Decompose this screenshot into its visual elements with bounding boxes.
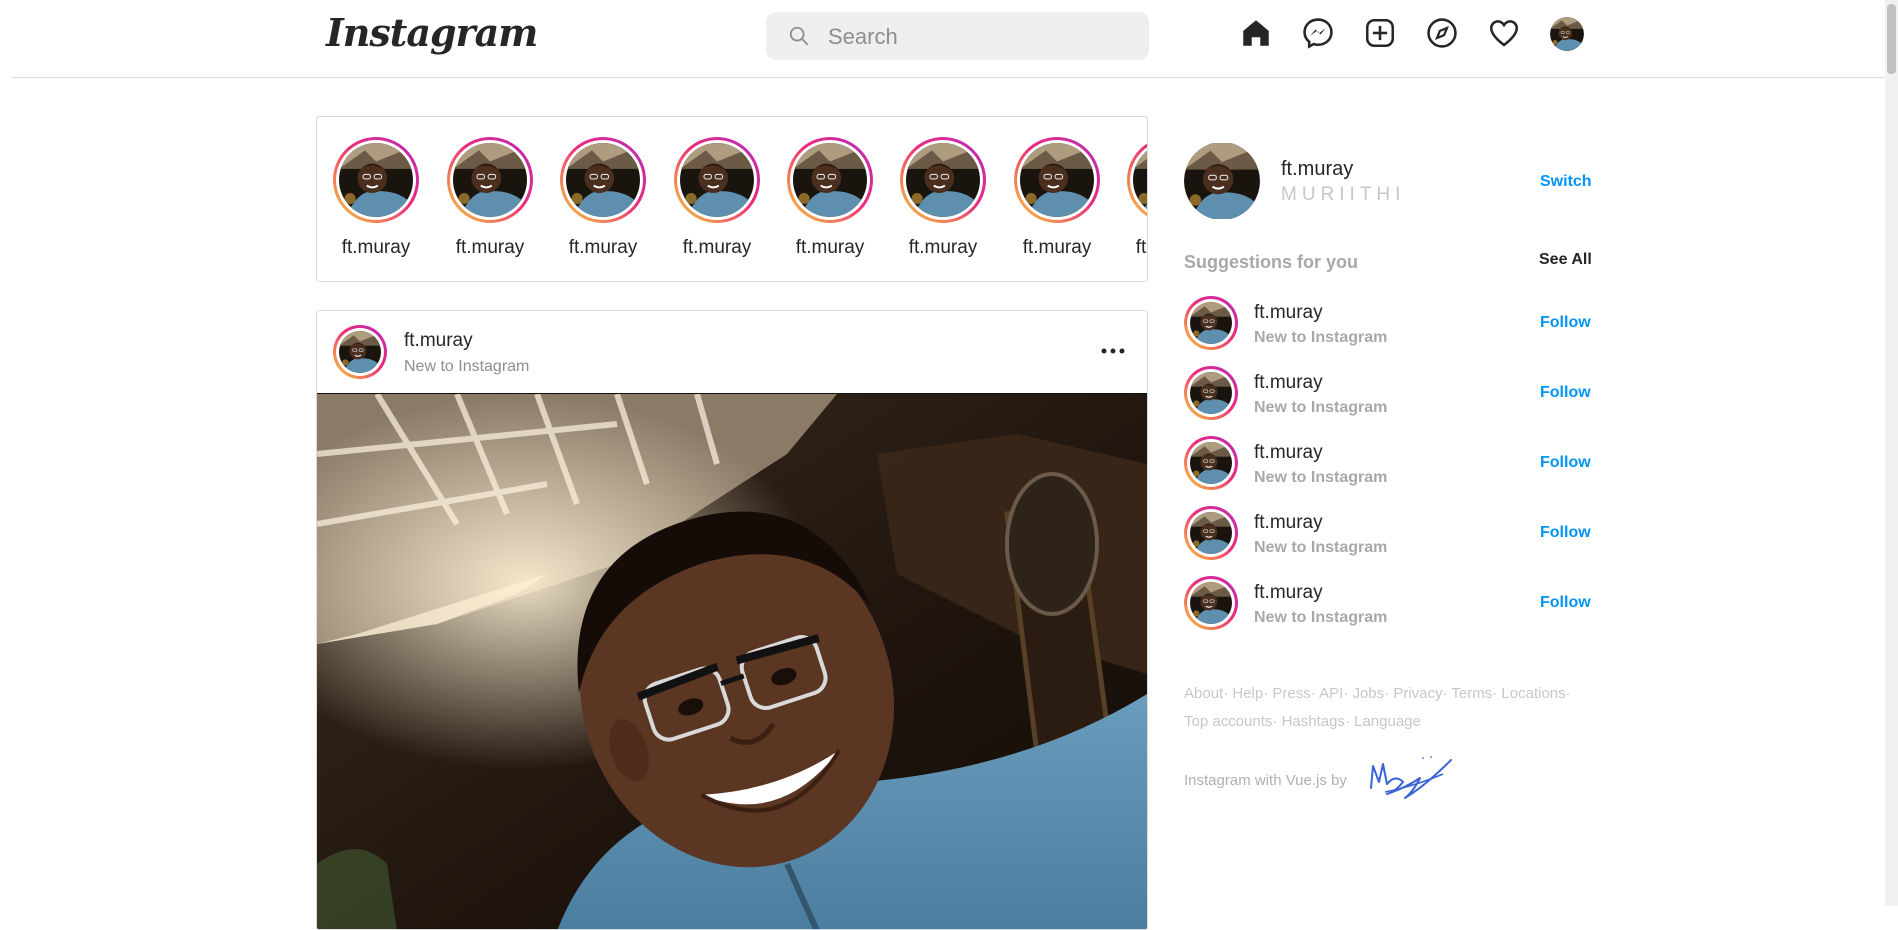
follow-button[interactable]: Follow: [1540, 454, 1591, 472]
suggestion-avatar[interactable]: [1184, 506, 1238, 560]
suggestion-item: ft.muray New to Instagram Follow: [1184, 366, 1591, 426]
story-username: ft.muray: [795, 237, 865, 258]
story-item[interactable]: ft.muray: [326, 137, 426, 259]
profile-avatar[interactable]: [1550, 17, 1584, 51]
suggestion-avatar[interactable]: [1184, 366, 1238, 420]
activity-heart-icon[interactable]: [1487, 16, 1521, 50]
suggestion-item: ft.muray New to Instagram Follow: [1184, 296, 1591, 356]
story-username: ft.muray: [568, 237, 638, 258]
suggestion-subtitle: New to Instagram: [1254, 329, 1388, 346]
current-user-fullname: MURIITHI: [1281, 184, 1406, 205]
story-username: ft.muray: [682, 237, 752, 258]
story-avatar: [560, 137, 646, 223]
suggestion-username[interactable]: ft.muray: [1254, 442, 1323, 464]
suggestion-avatar[interactable]: [1184, 576, 1238, 630]
new-post-icon[interactable]: [1363, 16, 1397, 50]
post-author-subtitle: New to Instagram: [404, 358, 530, 375]
suggestion-subtitle: New to Instagram: [1254, 399, 1388, 416]
footer-link-jobs[interactable]: Jobs: [1352, 685, 1384, 702]
suggestion-username[interactable]: ft.muray: [1254, 512, 1323, 534]
post-author-username[interactable]: ft.muray: [404, 330, 473, 352]
feed-post: ft.muray New to Instagram: [316, 310, 1148, 930]
suggestion-username[interactable]: ft.muray: [1254, 372, 1323, 394]
page-scrollbar[interactable]: [1885, 0, 1898, 906]
post-image[interactable]: [317, 394, 1147, 930]
search-icon: [789, 26, 809, 46]
switch-account-button[interactable]: Switch: [1540, 173, 1592, 191]
follow-button[interactable]: Follow: [1540, 524, 1591, 542]
stories-tray: ft.muray ft.muray ft.muray ft.muray ft.m…: [316, 116, 1148, 282]
footer-link-top-accounts[interactable]: Top accounts: [1184, 713, 1272, 730]
story-item[interactable]: ft.muray: [667, 137, 767, 259]
suggestion-subtitle: New to Instagram: [1254, 539, 1388, 556]
current-user-avatar[interactable]: [1184, 142, 1260, 220]
story-item[interactable]: ft.muray: [553, 137, 653, 259]
footer-link-about[interactable]: About: [1184, 685, 1223, 702]
suggestions-heading: Suggestions for you: [1184, 252, 1359, 272]
scrollbar-thumb[interactable]: [1887, 4, 1896, 74]
footer-link-api[interactable]: API: [1319, 685, 1343, 702]
suggestion-username[interactable]: ft.muray: [1254, 582, 1323, 604]
story-item[interactable]: ft.muray: [1120, 137, 1147, 259]
messenger-icon[interactable]: [1301, 16, 1335, 50]
story-avatar: [787, 137, 873, 223]
story-avatar: [1014, 137, 1100, 223]
follow-button[interactable]: Follow: [1540, 314, 1591, 332]
story-avatar: [1127, 137, 1147, 223]
search-input[interactable]: [826, 20, 1130, 54]
story-avatar: [900, 137, 986, 223]
story-username: ft.muray: [455, 237, 525, 258]
top-navigation-bar: Instagram: [11, 0, 1886, 78]
footer-link-press[interactable]: Press: [1272, 685, 1310, 702]
author-signature-image: [1370, 756, 1452, 799]
instagram-logo[interactable]: Instagram: [326, 10, 538, 55]
suggestion-subtitle: New to Instagram: [1254, 469, 1388, 486]
suggestion-item: ft.muray New to Instagram Follow: [1184, 576, 1591, 636]
story-username: ft.muray: [1135, 237, 1147, 258]
footer-link-privacy[interactable]: Privacy: [1393, 685, 1442, 702]
footer-links: About· Help· Press· API· Jobs· Privacy· …: [1184, 685, 1571, 730]
home-icon[interactable]: [1239, 16, 1273, 50]
footer-link-hashtags[interactable]: Hashtags: [1282, 713, 1345, 730]
story-username: ft.muray: [908, 237, 978, 258]
follow-button[interactable]: Follow: [1540, 384, 1591, 402]
suggestion-item: ft.muray New to Instagram Follow: [1184, 436, 1591, 496]
see-all-link[interactable]: See All: [1539, 251, 1592, 269]
post-header: ft.muray New to Instagram: [317, 311, 1147, 394]
footer-link-help[interactable]: Help: [1232, 685, 1263, 702]
story-username: ft.muray: [1022, 237, 1092, 258]
story-item[interactable]: ft.muray: [440, 137, 540, 259]
suggestion-avatar[interactable]: [1184, 436, 1238, 490]
explore-icon[interactable]: [1425, 16, 1459, 50]
story-item[interactable]: ft.muray: [780, 137, 880, 259]
story-avatar: [333, 137, 419, 223]
credit-text: Instagram with Vue.js by: [1184, 772, 1347, 789]
suggestion-subtitle: New to Instagram: [1254, 609, 1388, 626]
suggestion-item: ft.muray New to Instagram Follow: [1184, 506, 1591, 566]
search-box[interactable]: [766, 12, 1149, 60]
story-avatar: [674, 137, 760, 223]
more-options-icon[interactable]: [1099, 339, 1127, 363]
story-item[interactable]: ft.muray: [893, 137, 993, 259]
story-item[interactable]: ft.muray: [1007, 137, 1107, 259]
post-author-avatar[interactable]: [333, 325, 387, 379]
footer-link-terms[interactable]: Terms: [1451, 685, 1492, 702]
footer-link-locations[interactable]: Locations: [1501, 685, 1565, 702]
suggestion-username[interactable]: ft.muray: [1254, 302, 1323, 324]
story-username: ft.muray: [341, 237, 411, 258]
footer-link-language[interactable]: Language: [1354, 713, 1421, 730]
suggestion-avatar[interactable]: [1184, 296, 1238, 350]
current-user-username[interactable]: ft.muray: [1281, 158, 1353, 181]
follow-button[interactable]: Follow: [1540, 594, 1591, 612]
story-avatar: [447, 137, 533, 223]
